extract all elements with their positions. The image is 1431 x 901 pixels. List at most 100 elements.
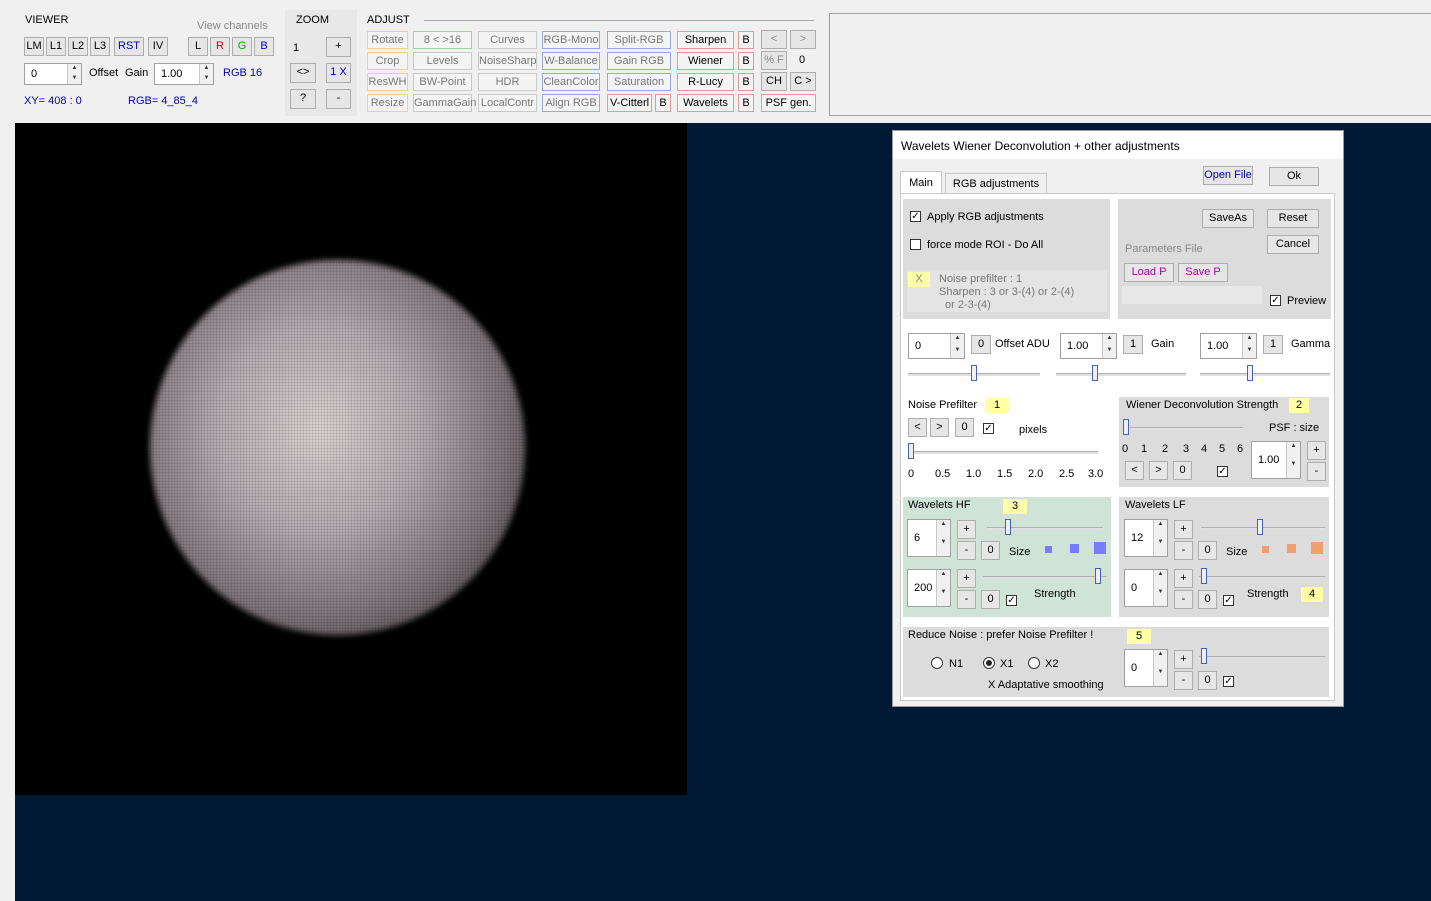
c-next-button[interactable]: C > — [790, 72, 816, 91]
preview-checkbox[interactable]: ✓ — [1270, 295, 1281, 306]
rn-plus-button[interactable]: + — [1174, 650, 1193, 669]
next-button[interactable]: > — [790, 30, 816, 49]
gain-spinner[interactable]: 1.00 ▲ ▼ — [1060, 333, 1117, 359]
spinner-arrows-icon[interactable]: ▲ ▼ — [1242, 334, 1256, 358]
channel-l-button[interactable]: L — [188, 37, 208, 56]
dialog-titlebar[interactable]: Wavelets Wiener Deconvolution + other ad… — [893, 131, 1343, 159]
cancel-button[interactable]: Cancel — [1267, 235, 1319, 254]
sharpen-b-button[interactable]: B — [738, 31, 754, 49]
np-next-button[interactable]: > — [930, 418, 949, 437]
wiener-reset-button[interactable]: 0 — [1173, 461, 1192, 480]
r-lucy-button[interactable]: R-Lucy — [677, 73, 734, 91]
percent-f-button[interactable]: % F — [761, 51, 787, 70]
wavelets-button[interactable]: Wavelets — [677, 94, 734, 112]
spinner-arrows-icon[interactable]: ▲ ▼ — [1102, 334, 1116, 358]
spinner-arrows-icon[interactable]: ▲ ▼ — [950, 334, 964, 358]
gain-slider[interactable] — [1056, 365, 1186, 383]
tab-main[interactable]: Main — [900, 171, 942, 194]
gain-reset-button[interactable]: 1 — [1123, 335, 1143, 354]
gamma-reset-button[interactable]: 1 — [1263, 335, 1283, 354]
rn-reset-button[interactable]: 0 — [1198, 671, 1217, 690]
v-citterl-button[interactable]: V-Citterl — [607, 94, 652, 112]
zoom-out-button[interactable]: - — [326, 89, 351, 109]
offset-reset-button[interactable]: 0 — [971, 335, 991, 354]
gain-rgb-button[interactable]: Gain RGB — [607, 52, 671, 70]
wavelets-b-button[interactable]: B — [738, 94, 754, 112]
n1-radio[interactable] — [931, 657, 943, 669]
r-lucy-b-button[interactable]: B — [738, 73, 754, 91]
open-file-button[interactable]: Open File — [1203, 166, 1253, 185]
spinner-arrows-icon[interactable]: ▲ ▼ — [1153, 520, 1167, 556]
x1-radio[interactable] — [983, 657, 995, 669]
hdr-button[interactable]: HDR — [478, 73, 537, 91]
wlf-size-spinner[interactable]: 12 ▲ ▼ — [1124, 519, 1168, 557]
noise-prefilter-slider[interactable] — [908, 443, 1098, 461]
psf-size-spinner[interactable]: 1.00 ▲ ▼ — [1251, 441, 1301, 479]
offset-slider[interactable] — [908, 365, 1040, 383]
force-mode-checkbox[interactable] — [910, 239, 921, 250]
whf-size-reset-button[interactable]: 0 — [981, 541, 1000, 560]
wlf-strength-minus-button[interactable]: - — [1174, 590, 1193, 609]
wlf-size-plus-button[interactable]: + — [1174, 520, 1193, 539]
viewer-l1-button[interactable]: L1 — [46, 37, 66, 56]
spinner-arrows-icon[interactable]: ▲ ▼ — [1153, 650, 1167, 686]
offset-adu-spinner[interactable]: 0 ▲ ▼ — [908, 333, 965, 359]
rgb-mono-button[interactable]: RGB-Mono — [542, 31, 600, 49]
wlf-size-slider[interactable] — [1201, 519, 1325, 537]
whf-strength-checkbox[interactable]: ✓ — [1006, 595, 1017, 606]
spinner-arrows-icon[interactable]: ▲ ▼ — [1153, 570, 1167, 606]
reduce-noise-slider[interactable] — [1199, 648, 1325, 666]
zoom-fit-button[interactable]: <> — [290, 63, 316, 83]
np-prev-button[interactable]: < — [908, 418, 927, 437]
zoom-1x-button[interactable]: 1 X — [326, 63, 351, 83]
saturation-button[interactable]: Saturation — [607, 73, 671, 91]
channel-g-button[interactable]: G — [232, 37, 252, 56]
rotate-button[interactable]: Rotate — [367, 31, 408, 49]
align-rgb-button[interactable]: Align RGB — [542, 94, 600, 112]
viewer-rst-button[interactable]: RST — [114, 37, 144, 56]
wiener-slider[interactable] — [1123, 419, 1243, 437]
viewer-gain-spinner[interactable]: 1.00 ▲ ▼ — [154, 63, 214, 85]
psf-minus-button[interactable]: - — [1307, 462, 1326, 481]
whf-strength-slider[interactable] — [983, 568, 1107, 586]
cleancolor-button[interactable]: CleanColor — [542, 73, 600, 91]
resize-button[interactable]: Resize — [367, 94, 408, 112]
whf-size-slider[interactable] — [987, 519, 1103, 537]
channel-r-button[interactable]: R — [210, 37, 230, 56]
rn-checkbox[interactable]: ✓ — [1223, 676, 1234, 687]
w-balance-button[interactable]: W-Balance — [542, 52, 600, 70]
v-citterl-b-button[interactable]: B — [655, 94, 671, 112]
reduce-noise-spinner[interactable]: 0 ▲ ▼ — [1124, 649, 1168, 687]
psf-plus-button[interactable]: + — [1307, 441, 1326, 460]
localcontr-button[interactable]: LocalContr — [478, 94, 537, 112]
wlf-strength-slider[interactable] — [1199, 568, 1325, 586]
gamma-spinner[interactable]: 1.00 ▲ ▼ — [1200, 333, 1257, 359]
whf-strength-reset-button[interactable]: 0 — [981, 590, 1000, 609]
gamma-slider[interactable] — [1200, 365, 1330, 383]
psf-gen-button[interactable]: PSF gen. — [761, 94, 816, 112]
wiener-b-button[interactable]: B — [738, 52, 754, 70]
np-reset-button[interactable]: 0 — [955, 418, 974, 437]
spinner-arrows-icon[interactable]: ▲ ▼ — [936, 520, 950, 556]
crop-button[interactable]: Crop — [367, 52, 408, 70]
help-button[interactable]: ? — [290, 89, 316, 109]
whf-size-spinner[interactable]: 6 ▲ ▼ — [907, 519, 951, 557]
apply-rgb-checkbox[interactable]: ✓ — [910, 211, 921, 222]
whf-strength-minus-button[interactable]: - — [957, 590, 976, 609]
wlf-size-reset-button[interactable]: 0 — [1198, 541, 1217, 560]
whf-size-plus-button[interactable]: + — [957, 520, 976, 539]
channel-b-button[interactable]: B — [254, 37, 274, 56]
x2-radio[interactable] — [1028, 657, 1040, 669]
wlf-strength-reset-button[interactable]: 0 — [1198, 590, 1217, 609]
viewer-l3-button[interactable]: L3 — [90, 37, 110, 56]
viewer-lm-button[interactable]: LM — [24, 37, 44, 56]
saveas-button[interactable]: SaveAs — [1202, 209, 1254, 228]
wiener-next-button[interactable]: > — [1149, 461, 1168, 480]
ch-button[interactable]: CH — [761, 72, 787, 91]
spinner-arrows-icon[interactable]: ▲ ▼ — [67, 64, 81, 84]
whf-strength-spinner[interactable]: 200 ▲ ▼ — [907, 569, 951, 607]
whf-strength-plus-button[interactable]: + — [957, 569, 976, 588]
noisesharp-button[interactable]: NoiseSharp — [478, 52, 537, 70]
viewer-iv-button[interactable]: IV — [148, 37, 168, 56]
sharpen-button[interactable]: Sharpen — [677, 31, 734, 49]
